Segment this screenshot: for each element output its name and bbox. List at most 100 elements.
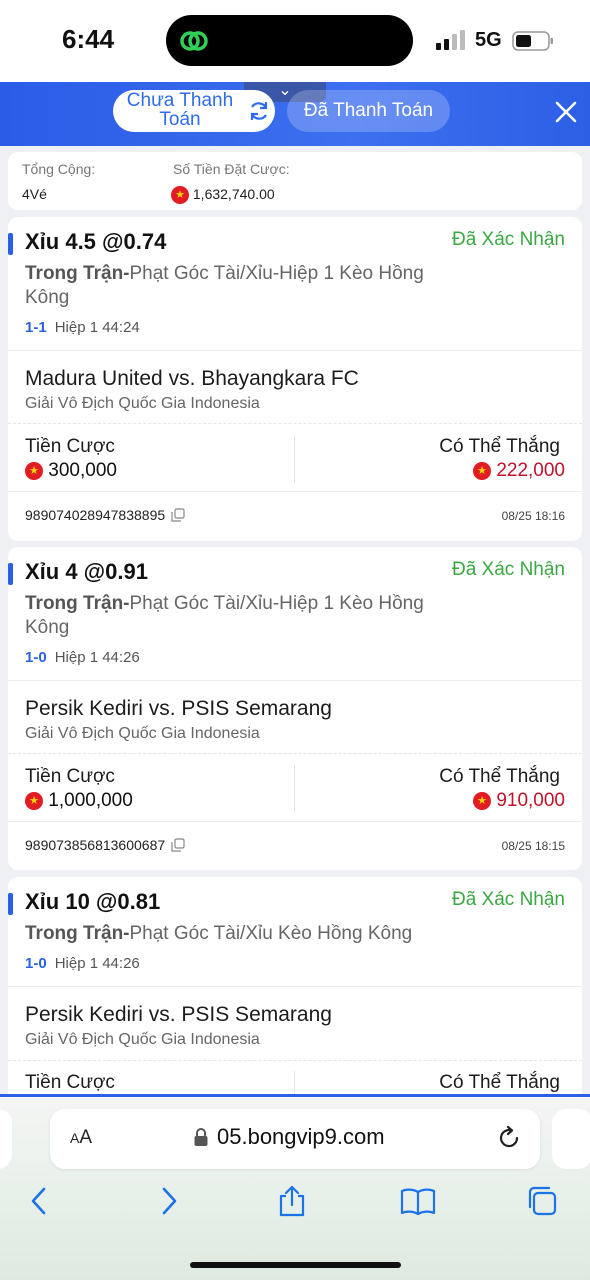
win-amount: 222,000 — [496, 460, 565, 481]
vietnam-flag-icon: ★ — [473, 461, 492, 480]
copy-icon[interactable] — [171, 508, 185, 522]
share-icon[interactable] — [276, 1185, 308, 1217]
tab-unpaid-label: Chưa Thanh Toán — [126, 90, 234, 130]
league-name: Giải Vô Địch Quốc Gia Indonesia — [25, 725, 260, 742]
status-badge: Đã Xác Nhận — [451, 229, 565, 250]
dynamic-island — [166, 15, 413, 66]
live-score: 1-1 — [25, 319, 47, 336]
forward-icon[interactable] — [152, 1185, 184, 1217]
chevron-down-icon: ⌄ — [278, 82, 292, 99]
divider — [8, 680, 582, 681]
stake-amount: 1,000,000 — [48, 790, 133, 811]
stake-value: ★ 1,000,000 — [25, 790, 133, 812]
stake-label: Tiền Cược — [25, 436, 115, 457]
summary-panel: Tổng Cộng: 4Vé Số Tiền Đặt Cược: ★ 1,632… — [8, 152, 582, 210]
stake-label: Tiền Cược — [25, 1072, 115, 1093]
divider — [8, 821, 582, 822]
vietnam-flag-icon: ★ — [171, 186, 189, 205]
bet-time: 08/25 18:15 — [501, 839, 565, 853]
live-score: 1-0 — [25, 649, 47, 666]
previous-tab-preview[interactable] — [0, 1109, 12, 1169]
total-value: 4Vé — [22, 186, 47, 202]
link-rings-icon — [180, 31, 208, 51]
bet-market: Trong Trận-Phạt Góc Tài/Xỉu-Hiệp 1 Kèo H… — [25, 262, 445, 310]
market-prefix: Trong Trận- — [25, 923, 130, 944]
stake-total-label: Số Tiền Đặt Cược: — [173, 161, 290, 177]
ticket-number: 989074028947838895 — [25, 507, 166, 523]
network-type: 5G — [475, 29, 502, 51]
stake-total-amount: 1,632,740.00 — [192, 186, 275, 202]
win-value: ★ 222,000 — [473, 460, 565, 482]
next-tab-preview[interactable] — [552, 1109, 590, 1169]
stake-total-value: ★ 1,632,740.00 — [171, 186, 275, 205]
match-name: Persik Kediri vs. PSIS Semarang — [25, 697, 332, 720]
divider — [8, 1060, 582, 1061]
back-icon[interactable] — [24, 1185, 56, 1217]
live-score: 1-0 — [25, 955, 47, 972]
battery-icon — [512, 31, 553, 51]
tabs-icon[interactable] — [526, 1185, 558, 1217]
tab-paid[interactable]: Đã Thanh Toán — [287, 90, 450, 132]
accent-bar — [8, 893, 13, 915]
lock-icon — [194, 1128, 208, 1146]
win-label: Có Thể Thắng — [439, 1072, 560, 1093]
market-prefix: Trong Trận- — [25, 593, 130, 614]
win-label: Có Thể Thắng — [439, 436, 560, 457]
match-name: Madura United vs. Bhayangkara FC — [25, 367, 359, 390]
win-value: ★ 910,000 — [473, 790, 565, 812]
bet-title: Xỉu 10 @0.81 — [25, 889, 161, 914]
accent-bar — [8, 233, 13, 255]
vietnam-flag-icon: ★ — [473, 791, 492, 810]
browser-toolbar: AA 05.bongvip9.com — [0, 1097, 590, 1280]
stake-value: ★ 300,000 — [25, 460, 117, 482]
bet-title: Xỉu 4.5 @0.74 — [25, 229, 167, 254]
status-bar: 6:44 5G — [0, 0, 590, 82]
live-info: 1-1 Hiệp 1 44:24 — [25, 319, 140, 336]
bet-card[interactable]: Xỉu 4 @0.91 Đã Xác Nhận Trong Trận-Phạt … — [8, 547, 582, 870]
stake-label: Tiền Cược — [25, 766, 115, 787]
match-name: Persik Kediri vs. PSIS Semarang — [25, 1003, 332, 1026]
live-info: 1-0 Hiệp 1 44:26 — [25, 649, 140, 666]
ticket-number: 989073856813600687 — [25, 837, 166, 853]
refresh-icon[interactable] — [247, 99, 271, 123]
reader-settings-icon[interactable]: AA — [70, 1127, 92, 1149]
signal-icon — [436, 30, 465, 50]
bet-card[interactable]: Xỉu 4.5 @0.74 Đã Xác Nhận Trong Trận-Phạ… — [8, 217, 582, 541]
url-text: 05.bongvip9.com — [217, 1124, 385, 1149]
column-separator — [294, 765, 295, 813]
market-text: Phạt Góc Tài/Xỉu Kèo Hồng Kông — [129, 923, 413, 944]
reload-icon[interactable] — [496, 1125, 522, 1151]
accent-bar — [8, 563, 13, 585]
ticket-id[interactable]: 989074028947838895 — [25, 507, 185, 523]
bet-card[interactable]: Xỉu 10 @0.81 Đã Xác Nhận Trong Trận-Phạt… — [8, 877, 582, 1099]
league-name: Giải Vô Địch Quốc Gia Indonesia — [25, 395, 260, 412]
copy-icon[interactable] — [171, 838, 185, 852]
live-period: Hiệp 1 44:26 — [54, 649, 140, 666]
stake-amount: 300,000 — [48, 460, 117, 481]
status-badge: Đã Xác Nhận — [451, 889, 565, 910]
live-period: Hiệp 1 44:26 — [54, 955, 140, 972]
live-period: Hiệp 1 44:24 — [54, 319, 140, 336]
divider — [8, 423, 582, 424]
vietnam-flag-icon: ★ — [25, 461, 43, 480]
status-time: 6:44 — [62, 24, 115, 54]
close-icon[interactable] — [553, 99, 579, 125]
live-info: 1-0 Hiệp 1 44:26 — [25, 955, 140, 972]
vietnam-flag-icon: ★ — [25, 791, 43, 810]
divider — [8, 350, 582, 351]
column-separator — [294, 435, 295, 483]
league-name: Giải Vô Địch Quốc Gia Indonesia — [25, 1031, 260, 1048]
win-label: Có Thể Thắng — [439, 766, 560, 787]
bet-time: 08/25 18:16 — [501, 509, 565, 523]
bet-title: Xỉu 4 @0.91 — [25, 559, 148, 584]
divider — [8, 491, 582, 492]
win-amount: 910,000 — [496, 790, 565, 811]
address-bar[interactable]: AA 05.bongvip9.com — [50, 1109, 540, 1169]
tab-unpaid[interactable]: Chưa Thanh Toán — [113, 90, 275, 132]
bookmarks-icon[interactable] — [400, 1185, 436, 1217]
divider — [8, 753, 582, 754]
ticket-id[interactable]: 989073856813600687 — [25, 837, 185, 853]
bet-market: Trong Trận-Phạt Góc Tài/Xỉu-Hiệp 1 Kèo H… — [25, 592, 445, 640]
bet-market: Trong Trận-Phạt Góc Tài/Xỉu Kèo Hồng Kôn… — [25, 922, 445, 946]
market-prefix: Trong Trận- — [25, 263, 130, 284]
